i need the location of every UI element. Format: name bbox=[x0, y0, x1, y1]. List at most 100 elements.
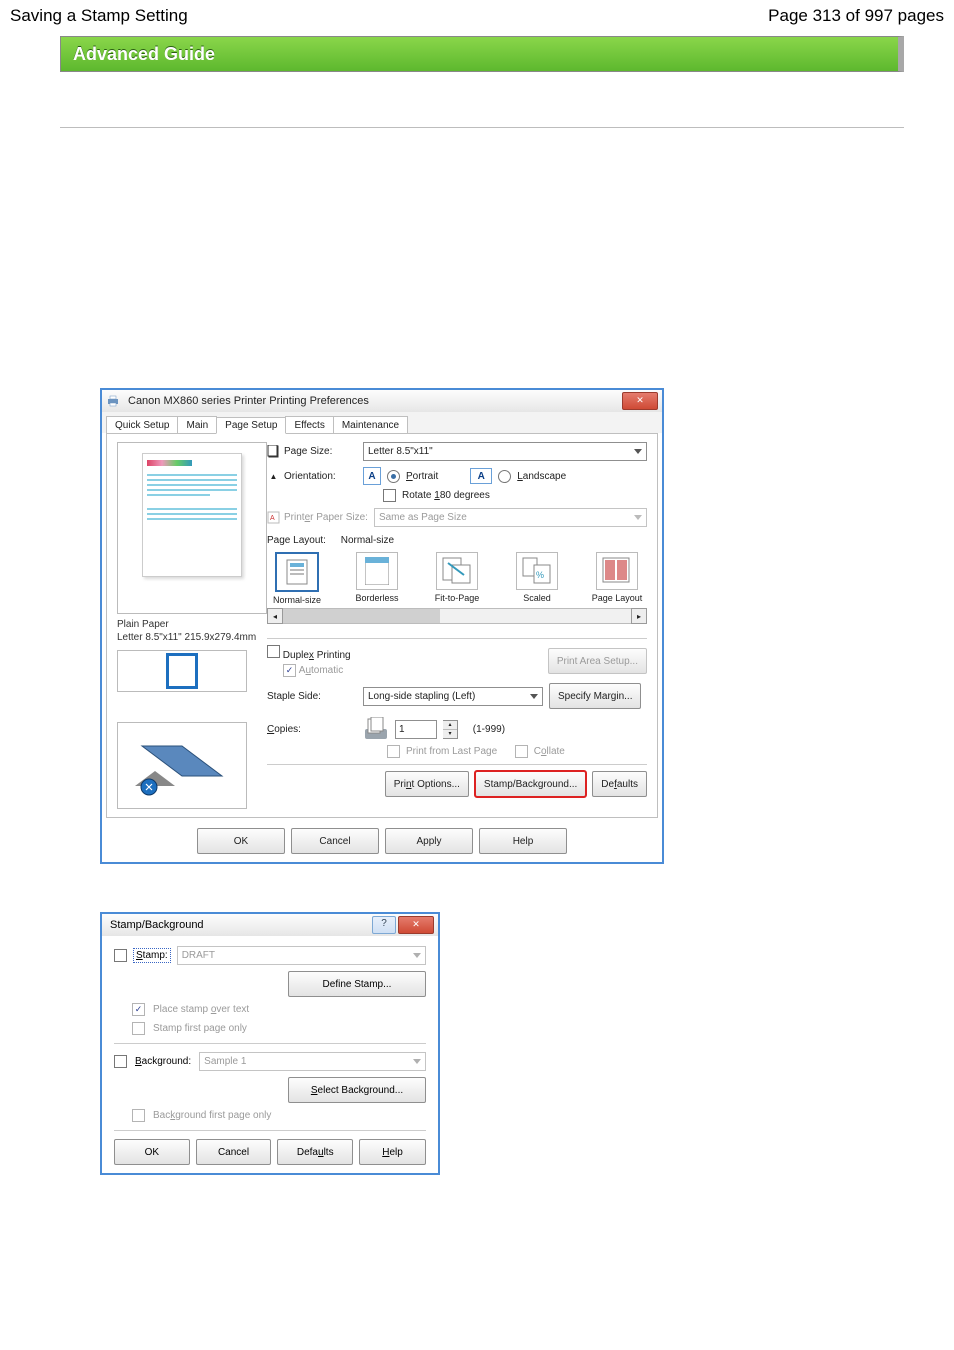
divider bbox=[60, 127, 904, 128]
label: Page Size: bbox=[284, 446, 332, 457]
chevron-down-icon bbox=[413, 953, 421, 958]
help-button[interactable]: Help bbox=[479, 828, 567, 854]
stamp-label: Stamp: bbox=[135, 950, 169, 961]
orientation-icon: ▲ bbox=[267, 472, 280, 481]
specify-margin-button[interactable]: Specify Margin... bbox=[549, 683, 641, 709]
portrait-label: Portrait bbox=[406, 471, 438, 482]
tab-quick-setup[interactable]: Quick Setup bbox=[106, 416, 178, 433]
stamp-combo: DRAFT bbox=[177, 946, 426, 965]
rotate180-label: Rotate 180 degrees bbox=[402, 490, 490, 501]
copies-spinner[interactable]: ▴▾ bbox=[443, 720, 458, 739]
scroll-track[interactable] bbox=[283, 608, 631, 624]
svg-text:%: % bbox=[536, 570, 544, 580]
layout-pagelayout[interactable]: Page Layout bbox=[587, 552, 647, 605]
printer-paper-icon: A bbox=[267, 511, 280, 524]
layout-label: Page Layout bbox=[592, 593, 643, 603]
select-background-button[interactable]: Select Background... bbox=[288, 1077, 426, 1103]
help-button[interactable]: Help bbox=[359, 1139, 426, 1165]
tab-maintenance[interactable]: Maintenance bbox=[333, 416, 408, 433]
window-title: Canon MX860 series Printer Printing Pref… bbox=[124, 395, 369, 407]
rotate180-checkbox[interactable] bbox=[383, 489, 396, 502]
printing-preferences-window: Canon MX860 series Printer Printing Pref… bbox=[100, 388, 664, 864]
label: Copies: bbox=[267, 724, 301, 735]
cancel-button[interactable]: Cancel bbox=[196, 1139, 272, 1165]
printer-paper-combo: Same as Page Size bbox=[374, 508, 647, 527]
page-size-combo[interactable]: Letter 8.5"x11" bbox=[363, 442, 647, 461]
label: Staple Side: bbox=[267, 691, 357, 702]
combo-value: DRAFT bbox=[182, 950, 215, 961]
background-checkbox[interactable] bbox=[114, 1055, 127, 1068]
scroll-thumb[interactable] bbox=[283, 609, 440, 623]
tab-label: Page Setup bbox=[225, 420, 277, 431]
label: Collate bbox=[534, 746, 565, 757]
combo-value: Letter 8.5"x11" bbox=[368, 446, 433, 457]
divider bbox=[114, 1130, 426, 1131]
layout-options: Normal-size Borderless Fit-to-Page % Sca… bbox=[267, 552, 647, 605]
collate-checkbox bbox=[515, 745, 528, 758]
chevron-down-icon bbox=[413, 1059, 421, 1064]
automatic-label: Automatic bbox=[299, 665, 343, 676]
page-size-icon bbox=[267, 445, 280, 458]
portrait-radio[interactable] bbox=[387, 470, 400, 483]
stamp-first-page-checkbox bbox=[132, 1022, 145, 1035]
layout-scrollbar[interactable]: ◂ ▸ bbox=[267, 608, 647, 624]
staple-side-combo[interactable]: Long-side stapling (Left) bbox=[363, 687, 543, 706]
tab-main[interactable]: Main bbox=[177, 416, 217, 433]
apply-button[interactable]: Apply bbox=[385, 828, 473, 854]
layout-label: Scaled bbox=[523, 593, 551, 603]
help-button-icon[interactable]: ? bbox=[372, 916, 396, 934]
svg-text:A: A bbox=[270, 515, 275, 522]
tab-label: Maintenance bbox=[342, 420, 399, 431]
value: Normal-size bbox=[341, 535, 394, 546]
caption-line: Letter 8.5"x11" 215.9x279.4mm bbox=[117, 631, 257, 644]
layout-thumb bbox=[117, 650, 247, 692]
automatic-checkbox bbox=[283, 664, 296, 677]
tab-label: Quick Setup bbox=[115, 420, 169, 431]
copies-input[interactable]: 1 bbox=[395, 720, 437, 739]
page-preview bbox=[117, 442, 267, 614]
landscape-icon: A bbox=[470, 468, 492, 484]
window-title: Stamp/Background bbox=[106, 919, 204, 931]
label: Background first page only bbox=[153, 1110, 271, 1121]
label: Print from Last Page bbox=[406, 746, 497, 757]
copies-range: (1-999) bbox=[473, 724, 505, 735]
layout-borderless[interactable]: Borderless bbox=[347, 552, 407, 605]
layout-fit[interactable]: Fit-to-Page bbox=[427, 552, 487, 605]
ok-button[interactable]: OK bbox=[197, 828, 285, 854]
print-options-button[interactable]: Print Options... bbox=[385, 771, 469, 797]
chevron-down-icon bbox=[634, 515, 642, 520]
stamp-background-button[interactable]: Stamp/Background... bbox=[475, 771, 586, 797]
define-stamp-button[interactable]: Define Stamp... bbox=[288, 971, 426, 997]
ok-button[interactable]: OK bbox=[114, 1139, 190, 1165]
stamp-checkbox[interactable] bbox=[114, 949, 127, 962]
scroll-left-button[interactable]: ◂ bbox=[267, 608, 283, 624]
defaults-button[interactable]: Defaults bbox=[277, 1139, 353, 1165]
combo-value: Same as Page Size bbox=[379, 512, 467, 523]
label: Place stamp over text bbox=[153, 1004, 249, 1015]
cancel-button[interactable]: Cancel bbox=[291, 828, 379, 854]
chevron-down-icon bbox=[634, 449, 642, 454]
background-label: Background: bbox=[135, 1056, 191, 1067]
titlebar: Canon MX860 series Printer Printing Pref… bbox=[102, 390, 662, 412]
landscape-radio[interactable] bbox=[498, 470, 511, 483]
scroll-right-button[interactable]: ▸ bbox=[631, 608, 647, 624]
tab-effects[interactable]: Effects bbox=[285, 416, 333, 433]
label: Page Layout: bbox=[267, 535, 326, 546]
close-button[interactable]: ✕ bbox=[622, 392, 658, 410]
printer-icon bbox=[106, 395, 120, 407]
background-combo: Sample 1 bbox=[199, 1052, 426, 1071]
tab-page-setup[interactable]: Page Setup bbox=[216, 417, 286, 434]
print-area-setup-button: Print Area Setup... bbox=[548, 648, 647, 674]
close-button[interactable]: ✕ bbox=[398, 916, 434, 934]
defaults-button[interactable]: Defaults bbox=[592, 771, 647, 797]
titlebar: Stamp/Background ? ✕ bbox=[102, 914, 438, 936]
layout-scaled[interactable]: % Scaled bbox=[507, 552, 567, 605]
tab-strip: Quick Setup Main Page Setup Effects Main… bbox=[102, 412, 662, 433]
page-counter: Page 313 of 997 pages bbox=[768, 6, 944, 26]
preview-caption: Plain Paper Letter 8.5"x11" 215.9x279.4m… bbox=[117, 618, 257, 644]
layout-normal[interactable]: Normal-size bbox=[267, 552, 327, 605]
print-from-last-checkbox bbox=[387, 745, 400, 758]
bg-first-page-checkbox bbox=[132, 1109, 145, 1122]
duplex-checkbox[interactable] bbox=[267, 645, 280, 658]
caption-line: Plain Paper bbox=[117, 618, 257, 631]
